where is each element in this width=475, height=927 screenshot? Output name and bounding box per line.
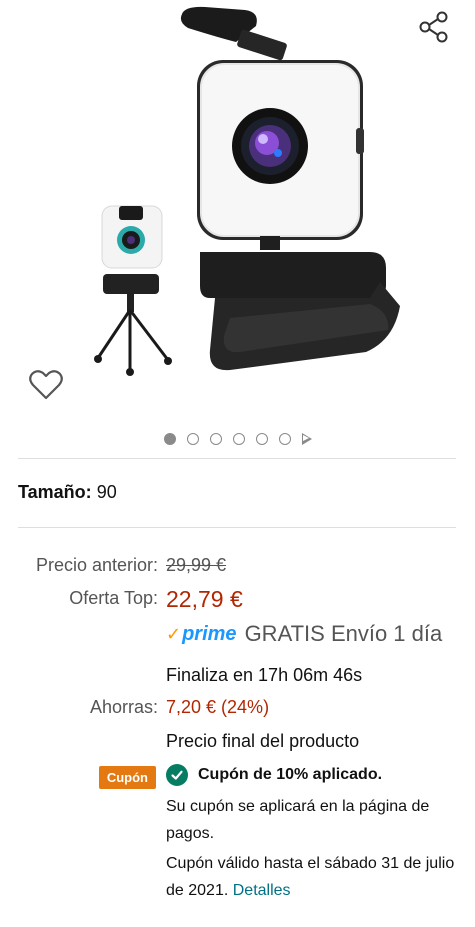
pagination-dot[interactable] [255, 433, 268, 445]
size-label: Tamaño: [18, 482, 92, 502]
play-icon[interactable] [301, 433, 312, 445]
coupon-applied-text: Cupón de 10% aplicado. [198, 766, 383, 783]
pagination-dot[interactable] [186, 433, 199, 445]
deal-row: Oferta Top: 22,79 € ✓ prime GRATIS Envío … [0, 583, 475, 688]
divider [18, 527, 456, 528]
shipping-text: GRATIS Envío 1 día [244, 621, 443, 646]
pagination-dot[interactable] [209, 433, 222, 445]
previous-price-label: Precio anterior: [35, 555, 158, 575]
image-pagination [0, 433, 475, 445]
coupon-validity: Cupón válido hasta el sábado 31 de julio… [166, 850, 459, 904]
coupon-row: Cupón Cupón de 10% aplicado. Su cupón se… [0, 764, 475, 904]
price-block: Precio anterior: 29,99 € Oferta Top: 22,… [0, 548, 475, 904]
divider [18, 458, 456, 459]
prime-logo: ✓ prime [166, 618, 237, 650]
countdown-text: Finaliza en 17h 06m 46s [166, 665, 363, 685]
coupon-applied: Cupón de 10% aplicado. [166, 764, 459, 786]
previous-price: 29,99 € [166, 555, 227, 575]
share-icon[interactable] [417, 10, 451, 44]
size-value: 90 [96, 482, 117, 502]
deal-price: 22,79 € [166, 586, 243, 612]
heart-icon[interactable] [28, 368, 64, 402]
savings-row: Ahorras: 7,20 € (24%) Precio final del p… [0, 694, 475, 754]
deal-label: Oferta Top: [69, 588, 158, 608]
prime-shipping: ✓ prime GRATIS Envío 1 día [166, 618, 459, 650]
image-gallery[interactable] [0, 0, 475, 458]
product-image[interactable] [70, 0, 400, 390]
check-icon [166, 764, 188, 786]
coupon-badge: Cupón [98, 766, 156, 789]
coupon-valid-text: Cupón válido hasta el sábado 31 de julio… [166, 855, 455, 899]
prime-check-icon: ✓ [166, 624, 182, 644]
savings-label: Ahorras: [89, 697, 158, 717]
pagination-dot[interactable] [163, 433, 176, 445]
pagination-dot[interactable] [232, 433, 245, 445]
final-price-text: Precio final del producto [166, 731, 360, 751]
details-link[interactable]: Detalles [233, 882, 291, 899]
coupon-note: Su cupón se aplicará en la página de pag… [166, 798, 430, 842]
pagination-dot[interactable] [278, 433, 291, 445]
savings-value: 7,20 € (24%) [166, 697, 270, 717]
previous-price-row: Precio anterior: 29,99 € [0, 548, 475, 583]
size-selector[interactable]: Tamaño: 90 [18, 482, 117, 503]
